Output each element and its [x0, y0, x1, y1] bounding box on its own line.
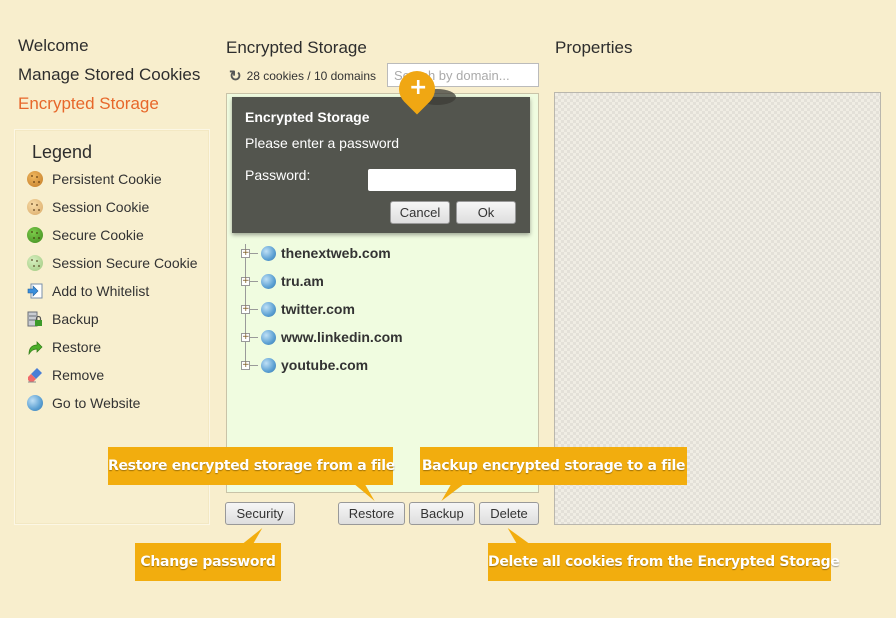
legend-item: Persistent Cookie	[27, 171, 162, 187]
callout-delete: Delete all cookies from the Encrypted St…	[488, 543, 840, 581]
secure-cookie-icon	[27, 227, 43, 243]
delete-button[interactable]: Delete	[479, 502, 539, 525]
tree-row[interactable]: + www.linkedin.com	[241, 328, 403, 346]
nav-item-manage-stored-cookies[interactable]: Manage Stored Cookies	[18, 65, 200, 94]
go-to-website-icon	[27, 395, 43, 411]
domain-label: twitter.com	[281, 301, 355, 317]
ok-button[interactable]: Ok	[456, 201, 516, 224]
session-cookie-icon	[27, 199, 43, 215]
password-dialog: Encrypted Storage Please enter a passwor…	[232, 97, 530, 233]
dialog-title: Encrypted Storage	[245, 109, 370, 125]
callout-delete-tail	[507, 528, 529, 543]
callout-security-tail	[243, 528, 263, 543]
globe-icon	[261, 245, 276, 261]
legend-item: Remove	[27, 367, 104, 383]
refresh-icon[interactable]: ↻	[229, 67, 242, 85]
main-nav: Welcome Manage Stored Cookies Encrypted …	[18, 36, 200, 123]
tree-connector	[250, 280, 258, 282]
legend-item-label: Remove	[52, 367, 105, 383]
security-button[interactable]: Security	[225, 502, 295, 525]
legend-item: Go to Website	[27, 395, 140, 411]
legend-title: Legend	[32, 142, 93, 162]
session-secure-cookie-icon	[27, 255, 43, 271]
expand-icon[interactable]: +	[241, 304, 250, 314]
remove-icon	[27, 367, 43, 383]
expand-icon[interactable]: +	[241, 360, 250, 370]
legend-item-label: Persistent Cookie	[52, 171, 162, 187]
cancel-button[interactable]: Cancel	[390, 201, 450, 224]
legend-item-label: Restore	[52, 339, 102, 355]
counts-text: 28 cookies / 10 domains	[246, 69, 376, 83]
tree-row[interactable]: + youtube.com	[241, 356, 368, 374]
backup-button[interactable]: Backup	[409, 502, 475, 525]
dialog-message: Please enter a password	[245, 135, 400, 151]
plus-icon: +	[409, 75, 428, 100]
legend-item: Secure Cookie	[27, 227, 144, 243]
legend-item-label: Secure Cookie	[52, 227, 144, 243]
tree-connector	[250, 364, 258, 366]
callout-restore: Restore encrypted storage from a file	[108, 447, 395, 485]
globe-icon	[261, 301, 276, 317]
legend-item-label: Session Cookie	[52, 199, 150, 215]
domain-label: youtube.com	[281, 357, 369, 373]
properties-title: Properties	[555, 38, 633, 57]
legend-item-label: Go to Website	[52, 395, 141, 411]
expand-icon[interactable]: +	[241, 248, 250, 258]
legend-item-label: Backup	[52, 311, 99, 327]
globe-icon	[261, 273, 276, 289]
tree-connector	[250, 308, 258, 310]
password-input[interactable]	[368, 169, 516, 191]
expand-icon[interactable]: +	[241, 332, 250, 342]
domain-label: tru.am	[281, 273, 324, 289]
password-label: Password:	[245, 167, 311, 183]
tree-connector	[250, 336, 258, 338]
tree-connector	[250, 252, 258, 254]
legend-item-label: Session Secure Cookie	[52, 255, 198, 271]
backup-icon	[27, 311, 43, 327]
callout-backup: Backup encrypted storage to a file	[420, 447, 687, 485]
tree-row[interactable]: + twitter.com	[241, 300, 355, 318]
persistent-cookie-icon	[27, 171, 43, 187]
storage-title: Encrypted Storage	[226, 38, 367, 57]
globe-icon	[261, 357, 276, 373]
tree-row[interactable]: + tru.am	[241, 272, 324, 290]
cookie-counts: ↻ 28 cookies / 10 domains	[229, 67, 376, 85]
globe-icon	[261, 329, 276, 345]
domain-label: www.linkedin.com	[281, 329, 403, 345]
callout-security: Change password	[135, 543, 281, 581]
legend-item: Backup	[27, 311, 99, 327]
legend-item: Session Secure Cookie	[27, 255, 198, 271]
domain-label: thenextweb.com	[281, 245, 391, 261]
nav-item-welcome[interactable]: Welcome	[18, 36, 200, 65]
nav-item-encrypted-storage[interactable]: Encrypted Storage	[18, 94, 200, 123]
restore-button[interactable]: Restore	[338, 502, 405, 525]
add-to-whitelist-icon	[27, 283, 43, 299]
expand-icon[interactable]: +	[241, 276, 250, 286]
legend-item: Add to Whitelist	[27, 283, 149, 299]
legend-item: Session Cookie	[27, 199, 149, 215]
tree-row[interactable]: + thenextweb.com	[241, 244, 391, 262]
restore-icon	[27, 339, 43, 356]
legend-item: Restore	[27, 339, 102, 356]
legend-item-label: Add to Whitelist	[52, 283, 150, 299]
